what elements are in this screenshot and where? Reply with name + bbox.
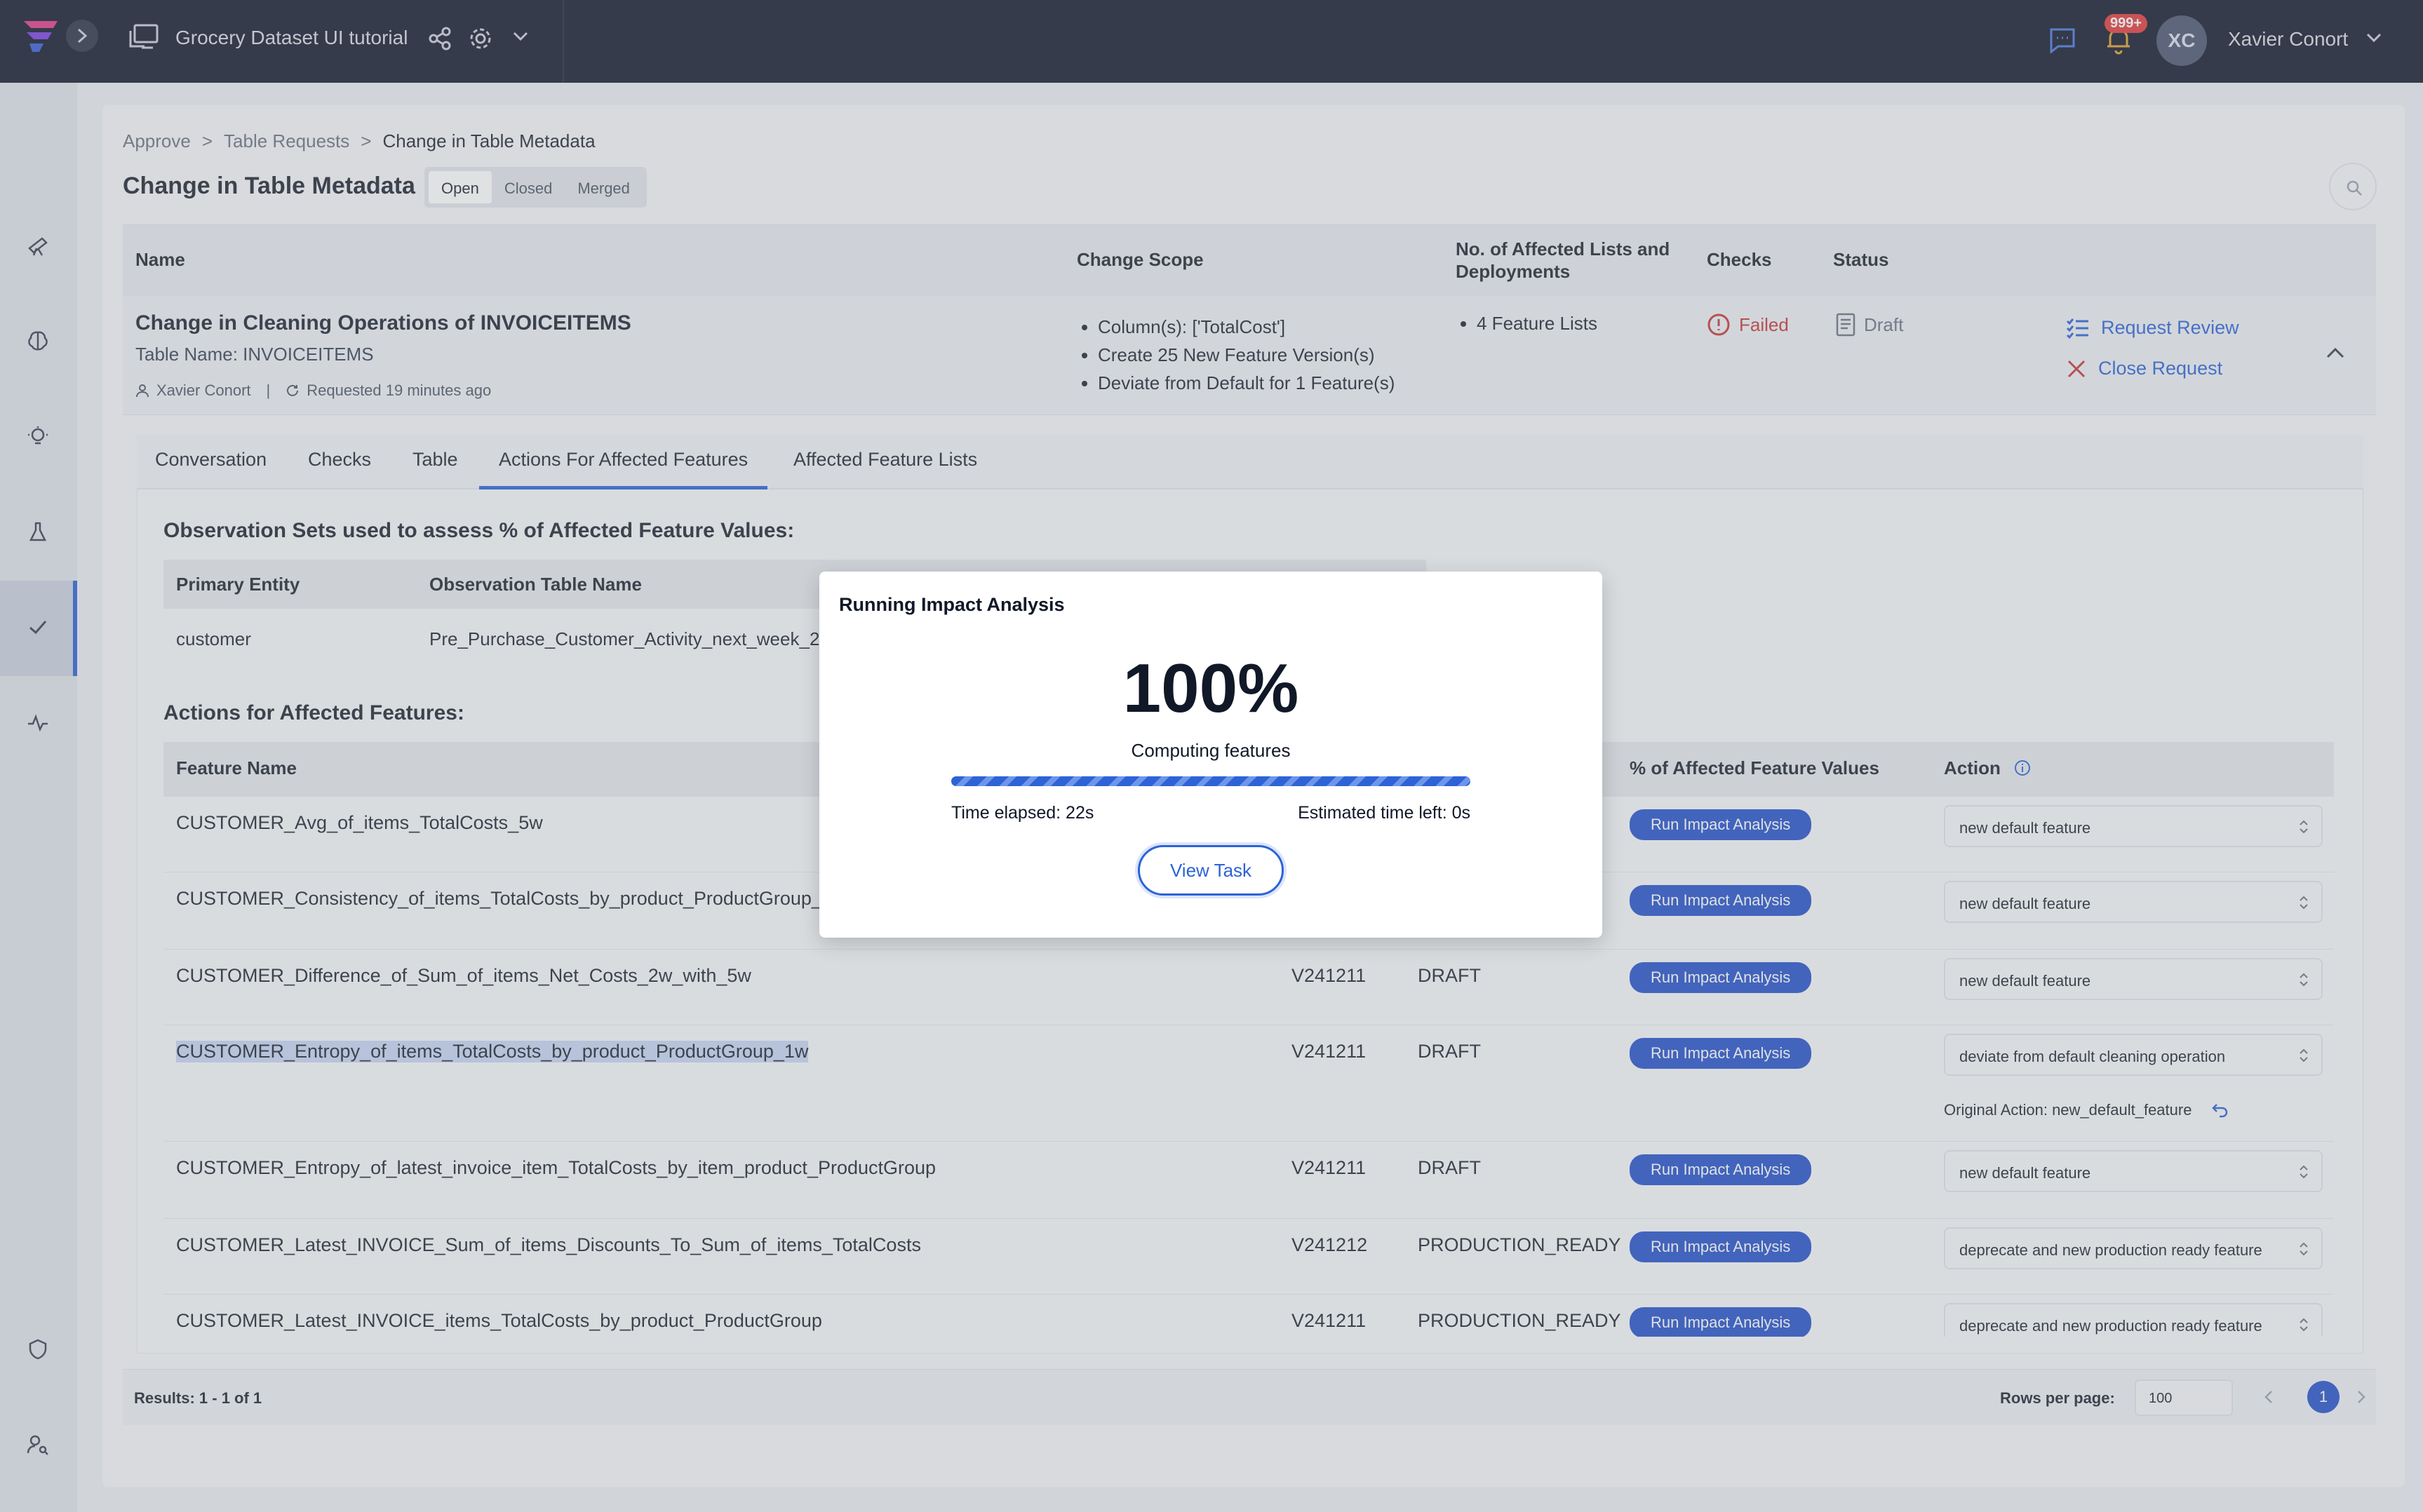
time-elapsed: Time elapsed: 22s [951,803,1094,823]
impact-analysis-modal: Running Impact Analysis 100% Computing f… [819,572,1602,938]
view-task-button[interactable]: View Task [1138,845,1284,896]
progress-percent: 100% [1122,649,1299,727]
progress-bar [951,776,1470,786]
progress-status: Computing features [1131,740,1291,761]
time-remaining: Estimated time left: 0s [1298,803,1470,823]
modal-title: Running Impact Analysis [839,594,1065,615]
